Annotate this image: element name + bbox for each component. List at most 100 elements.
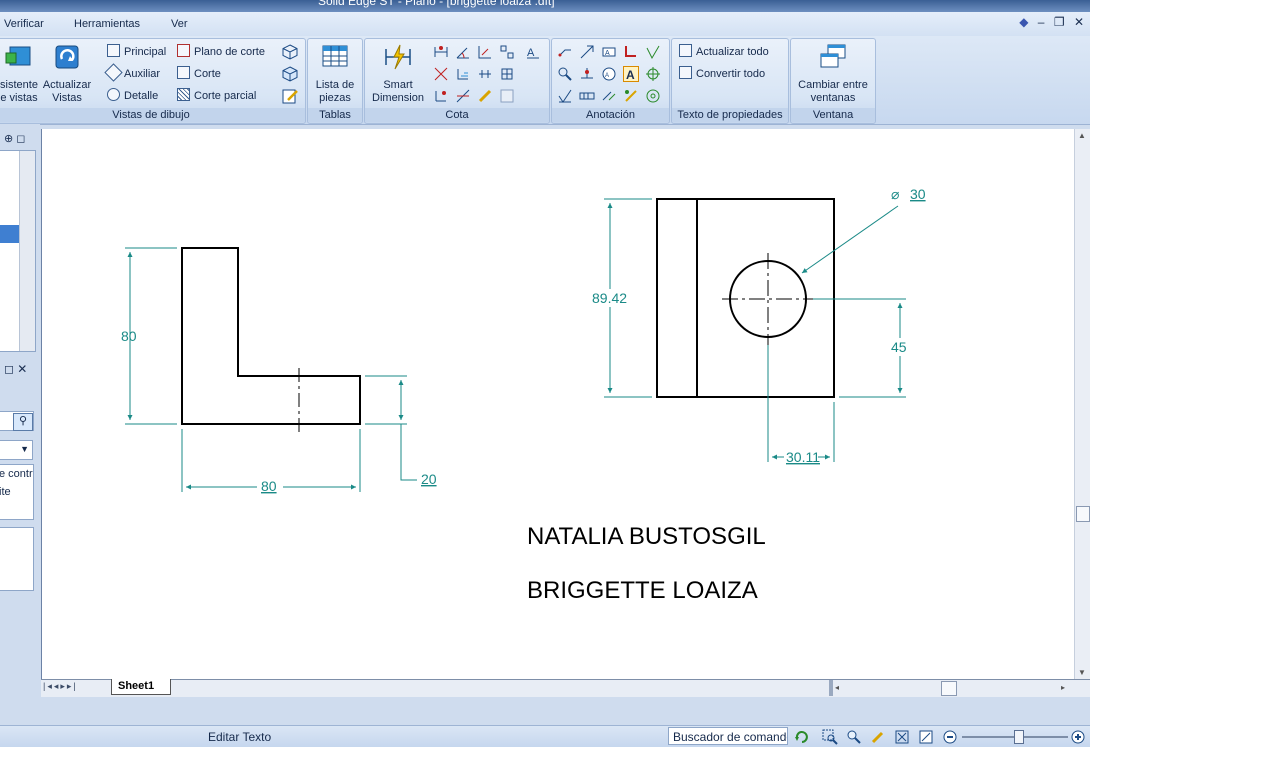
- broken-out-section-icon: [177, 88, 190, 101]
- command-finder-input[interactable]: Buscador de comandos: [668, 727, 788, 745]
- leader-icon[interactable]: [579, 44, 595, 60]
- symmetric-dimension-icon[interactable]: [499, 44, 515, 60]
- view-properties-icon[interactable]: [282, 88, 298, 104]
- actualizar-vistas-button[interactable]: Actualizar Vistas: [41, 43, 93, 105]
- bolt-hole-circle-icon[interactable]: [579, 88, 595, 104]
- panel-pin-icon[interactable]: ⊕ ◻: [4, 132, 25, 145]
- bolt-circle-icon[interactable]: [645, 88, 661, 104]
- drawing-canvas[interactable]: 80 80 20 89.42 ⌀ 30 45 30.11 NATALIA BUS…: [41, 129, 1075, 679]
- smart-dimension-button[interactable]: Smart Dimension: [367, 43, 429, 105]
- menu-ver[interactable]: Ver: [171, 18, 188, 30]
- text-box-icon[interactable]: A: [623, 66, 639, 82]
- scroll-right-icon[interactable]: ▸: [1061, 683, 1065, 692]
- principal-button[interactable]: Principal: [107, 44, 166, 60]
- cambiar-entre-ventanas-button[interactable]: Cambiar entre ventanas: [793, 43, 873, 105]
- zoom-in-icon[interactable]: [1070, 729, 1086, 745]
- auxiliar-button[interactable]: Auxiliar: [104, 63, 160, 82]
- lista-de-piezas-button[interactable]: Lista de piezas: [310, 43, 360, 105]
- actualizar-todo-button[interactable]: Actualizar todo: [679, 44, 769, 60]
- zoom-slider-thumb[interactable]: [1014, 730, 1024, 744]
- left-thickness-dimension[interactable]: 20: [365, 375, 437, 487]
- scroll-down-icon[interactable]: ▼: [1078, 668, 1086, 677]
- 3d-view-icon[interactable]: [282, 44, 298, 60]
- drawing-sheet[interactable]: 80 80 20 89.42 ⌀ 30 45 30.11 NATALIA BUS…: [42, 129, 1075, 679]
- tree-scrollbar[interactable]: [19, 151, 35, 351]
- zoom-out-icon[interactable]: [942, 729, 958, 745]
- minimize-icon[interactable]: –: [1038, 15, 1045, 29]
- datum-frame-icon[interactable]: [579, 66, 595, 82]
- right-view-profile[interactable]: [656, 198, 835, 398]
- zoom-icon[interactable]: [846, 729, 862, 745]
- grid-dimension-icon[interactable]: [499, 66, 515, 82]
- chain-dimension-icon[interactable]: [477, 66, 493, 82]
- sheet-nav-icon[interactable]: |◂◂▸▸|: [43, 681, 78, 692]
- hole-horizontal-dimension[interactable]: 30.11: [767, 345, 835, 466]
- group-label-vistas: Vistas de dibujo: [0, 108, 305, 122]
- centerline-icon[interactable]: [601, 88, 617, 104]
- dimension-grid-icon[interactable]: [499, 88, 515, 104]
- corte-parcial-button[interactable]: Corte parcial: [177, 88, 256, 104]
- sheet-view-icon[interactable]: [918, 729, 934, 745]
- group-label-anotacion: Anotación: [552, 108, 669, 122]
- corte-button[interactable]: Corte: [177, 66, 221, 82]
- surface-finish-icon[interactable]: [557, 88, 573, 104]
- weld-symbol-icon[interactable]: [623, 44, 639, 60]
- title-bar: Solid Edge ST - Plano - [briggette loaiz…: [0, 0, 1090, 12]
- left-height-value: 80: [121, 328, 137, 344]
- menu-bar: Verificar Herramientas Ver ◆ – ❐ ✕: [0, 12, 1090, 36]
- dimension-style-icon[interactable]: [477, 88, 493, 104]
- fit-icon[interactable]: [894, 729, 910, 745]
- coordinate-dimension-icon[interactable]: [477, 44, 493, 60]
- panel-close-icon[interactable]: ◻ ✕: [4, 362, 27, 376]
- surface-texture-icon[interactable]: [645, 44, 661, 60]
- text-annotation-icon[interactable]: A: [525, 44, 541, 60]
- angular-coordinate-icon[interactable]: [455, 88, 471, 104]
- detalle-button[interactable]: Detalle: [107, 88, 158, 104]
- stacked-dimension-icon[interactable]: [455, 66, 471, 82]
- ordinate-dimension-icon[interactable]: [433, 88, 449, 104]
- distance-dimension-icon[interactable]: [433, 44, 449, 60]
- plano-de-corte-button[interactable]: Plano de corte: [177, 44, 265, 60]
- h-scroll-thumb[interactable]: [941, 681, 957, 696]
- zoom-area-icon[interactable]: [822, 729, 838, 745]
- tab-splitter[interactable]: [829, 680, 833, 696]
- menu-verificar[interactable]: Verificar: [4, 18, 44, 30]
- left-view-l-profile[interactable]: [181, 247, 361, 436]
- connector-icon[interactable]: [623, 88, 639, 104]
- author-name-2[interactable]: BRIGGETTE LOAIZA: [527, 577, 758, 604]
- panel-dropdown[interactable]: ▼: [0, 440, 33, 460]
- refresh-icon[interactable]: [794, 729, 810, 745]
- feature-control-icon[interactable]: [557, 66, 573, 82]
- scroll-thumb[interactable]: [1076, 506, 1090, 522]
- author-name-1[interactable]: NATALIA BUSTOSGIL: [527, 523, 766, 550]
- 3d-view-alt-icon[interactable]: [282, 66, 298, 82]
- tab-sheet1[interactable]: Sheet1: [111, 679, 171, 695]
- left-width-dimension[interactable]: 80: [181, 429, 361, 496]
- left-height-dimension[interactable]: 80: [121, 247, 177, 425]
- convertir-todo-button[interactable]: Convertir todo: [679, 66, 765, 82]
- canvas-vertical-scrollbar[interactable]: ▲ ▼: [1074, 129, 1090, 679]
- svg-text:A: A: [527, 47, 535, 59]
- center-mark-icon[interactable]: [645, 66, 661, 82]
- scroll-up-icon[interactable]: ▲: [1078, 131, 1086, 140]
- group-texto-de-propiedades: Actualizar todo Convertir todo Texto de …: [671, 38, 789, 124]
- edge-condition-icon[interactable]: A: [601, 66, 617, 82]
- property-list[interactable]: e contr ite: [0, 464, 34, 520]
- selected-tree-item[interactable]: [0, 225, 19, 243]
- chamfer-dimension-icon[interactable]: [433, 66, 449, 82]
- callout-icon[interactable]: [557, 44, 573, 60]
- restore-icon[interactable]: ❐: [1054, 15, 1065, 29]
- right-height-dimension[interactable]: 89.42: [590, 198, 652, 398]
- tree-pane[interactable]: [0, 150, 36, 352]
- close-icon[interactable]: ✕: [1074, 15, 1084, 29]
- asistente-vistas-button[interactable]: sistente e vistas: [0, 43, 41, 105]
- search-button[interactable]: ⚲: [0, 411, 34, 431]
- convertir-todo-label: Convertir todo: [696, 68, 766, 80]
- pan-icon[interactable]: [870, 729, 886, 745]
- help-icon[interactable]: ◆: [1019, 15, 1028, 29]
- scroll-left-icon[interactable]: ◂: [835, 683, 839, 692]
- angle-dimension-icon[interactable]: [455, 44, 471, 60]
- hole-vertical-dimension[interactable]: 45: [813, 298, 912, 398]
- menu-herramientas[interactable]: Herramientas: [74, 18, 140, 30]
- balloon-icon[interactable]: A: [601, 44, 617, 60]
